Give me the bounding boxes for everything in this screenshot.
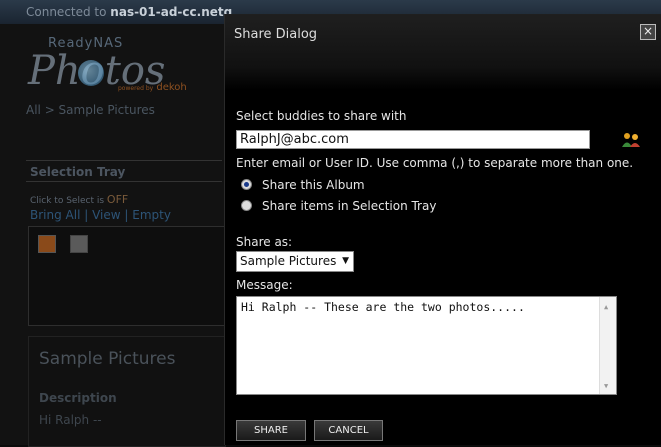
album-panel: Sample Pictures Description Hi Ralph --: [28, 336, 226, 447]
cancel-button[interactable]: CANCEL: [314, 420, 383, 441]
selection-tray-title: Selection Tray: [26, 160, 222, 182]
buddies-label: Select buddies to share with: [236, 109, 407, 123]
app-logo: ReadyNAS Photos powered by dekoh: [26, 30, 216, 96]
status-prefix: Connected to: [26, 5, 111, 19]
click-to-select-toggle[interactable]: OFF: [107, 193, 128, 206]
option-share-album[interactable]: Share this Album: [241, 178, 365, 192]
view-link[interactable]: View: [92, 208, 120, 222]
logo-dekoh: powered by dekoh: [118, 82, 187, 93]
album-description-label: Description: [39, 391, 117, 405]
scroll-up-icon[interactable]: ▲: [604, 303, 608, 311]
logo-ball-icon: [78, 60, 104, 86]
share-as-label: Share as:: [236, 235, 293, 249]
album-title: Sample Pictures: [39, 349, 176, 369]
scroll-down-icon[interactable]: ▼: [604, 382, 608, 390]
buddies-hint: Enter email or User ID. Use comma (,) to…: [236, 156, 634, 170]
tray-links: Bring All | View | Empty: [30, 208, 171, 222]
message-scrollbar[interactable]: ▲ ▼: [599, 297, 616, 394]
radio-selected-icon[interactable]: [241, 179, 252, 190]
option-share-tray[interactable]: Share items in Selection Tray: [241, 199, 436, 213]
status-host: nas-01-ad-cc.netg: [110, 5, 233, 19]
share-as-select[interactable]: Sample Pictures ▼: [236, 251, 354, 272]
chevron-down-icon: ▼: [342, 256, 349, 266]
tray-thumbnail[interactable]: [70, 235, 88, 253]
share-button[interactable]: SHARE: [236, 420, 306, 441]
album-description: Hi Ralph --: [39, 413, 102, 427]
dialog-title: Share Dialog: [234, 27, 318, 42]
buddies-input[interactable]: RalphJ@abc.com: [236, 130, 590, 149]
empty-link[interactable]: Empty: [132, 208, 171, 222]
message-label: Message:: [236, 278, 293, 292]
radio-unselected-icon[interactable]: [241, 200, 252, 211]
tray-thumbnail[interactable]: [38, 235, 56, 253]
breadcrumb[interactable]: All > Sample Pictures: [26, 103, 155, 117]
buddies-icon[interactable]: [621, 132, 641, 148]
selection-tray-box: [28, 226, 226, 326]
click-to-select: Click to Select is OFF: [30, 193, 129, 206]
share-dialog: Share Dialog × Select buddies to share w…: [224, 14, 661, 445]
bring-all-link[interactable]: Bring All: [30, 208, 80, 222]
message-textarea[interactable]: Hi Ralph -- These are the two photos....…: [236, 296, 617, 395]
dialog-titlebar: Share Dialog ×: [225, 14, 661, 90]
close-icon[interactable]: ×: [640, 24, 656, 40]
